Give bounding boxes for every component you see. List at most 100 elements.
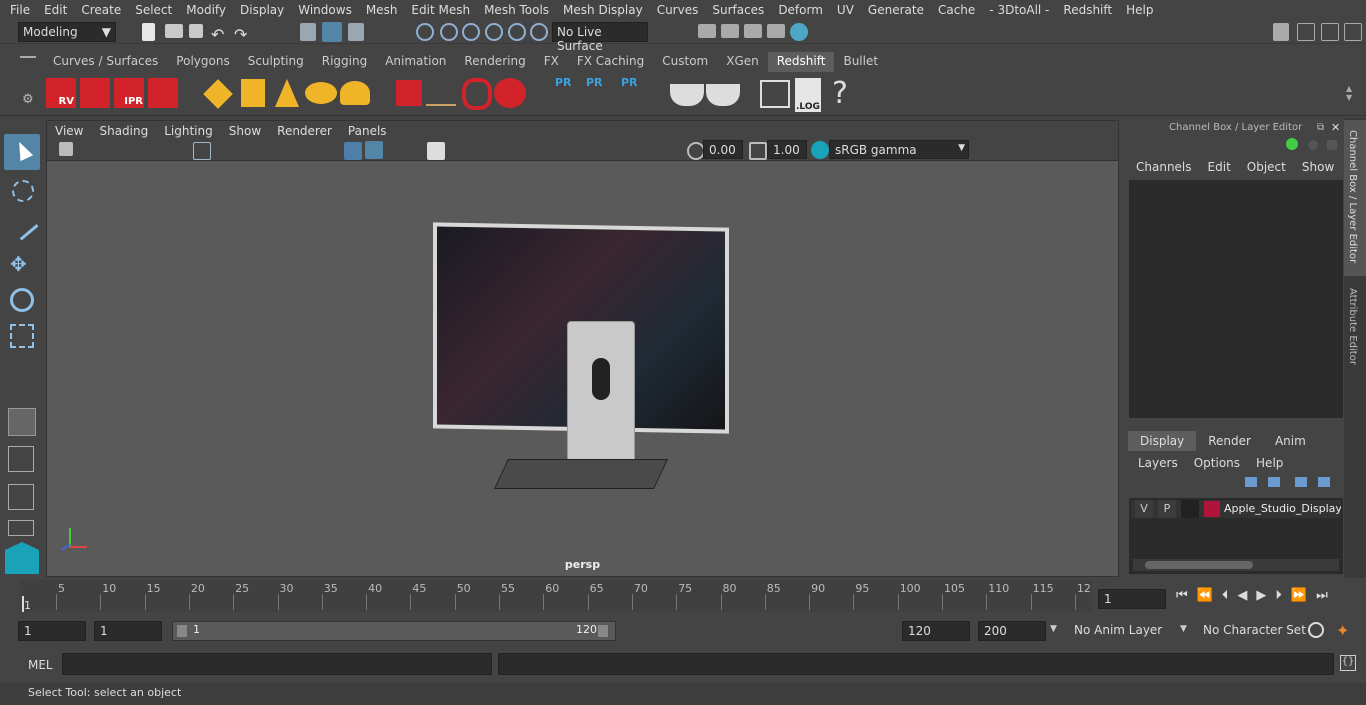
render-settings-icon[interactable] — [767, 24, 785, 38]
gamma-icon[interactable] — [749, 142, 767, 160]
viewport-panel[interactable]: View Shading Lighting Show Renderer Panels 0.… — [46, 120, 1119, 577]
shelf-settings-icon[interactable]: ⚙ — [22, 92, 34, 107]
tab-display[interactable]: Display — [1128, 431, 1197, 451]
tab-attribute-editor[interactable]: Attribute Editor — [1344, 280, 1366, 380]
lasso-tool-icon[interactable] — [12, 180, 34, 202]
channel-mute-icon[interactable] — [1327, 140, 1337, 150]
menu-deform[interactable]: Deform — [771, 3, 830, 17]
exposure-field[interactable]: 0.00 — [703, 140, 743, 159]
toggle-panel-icon[interactable] — [1297, 23, 1315, 41]
redshift-settings-icon[interactable] — [148, 78, 178, 108]
anim-layer-selector[interactable]: No Anim Layer — [1074, 623, 1162, 637]
layout-single-icon[interactable] — [8, 520, 34, 536]
xray-icon[interactable] — [427, 142, 445, 160]
menu-uv[interactable]: UV — [830, 3, 861, 17]
color-management-icon[interactable] — [811, 141, 829, 159]
camera-icon[interactable] — [59, 142, 73, 156]
snap-grid-icon[interactable] — [416, 23, 434, 41]
ipr-render-icon[interactable] — [744, 24, 762, 38]
viewport-menu-lighting[interactable]: Lighting — [156, 124, 221, 138]
shelf-menu-icon[interactable] — [20, 56, 36, 70]
render-frame-icon[interactable] — [721, 24, 739, 38]
menu-edit-mesh[interactable]: Edit Mesh — [404, 3, 477, 17]
menu-mesh-tools[interactable]: Mesh Tools — [477, 3, 556, 17]
new-scene-icon[interactable] — [142, 23, 155, 41]
undo-icon[interactable]: ↶ — [211, 25, 229, 44]
redshift-pr-convert-icon[interactable]: PR — [621, 76, 647, 110]
mel-input[interactable] — [62, 653, 492, 675]
play-backward-icon[interactable]: ◀ — [1237, 588, 1256, 603]
chevron-down-icon[interactable]: ▼ — [1180, 624, 1187, 634]
new-empty-layer-icon[interactable] — [1295, 477, 1307, 487]
layer-menu-layers[interactable]: Layers — [1130, 456, 1186, 470]
snap-curve-icon[interactable] — [440, 23, 458, 41]
select-tool-icon[interactable] — [4, 134, 40, 170]
menu-file[interactable]: File — [3, 3, 37, 17]
live-surface-field[interactable]: No Live Surface — [552, 22, 648, 53]
tab-rendering[interactable]: Rendering — [455, 52, 534, 72]
tab-sculpting[interactable]: Sculpting — [239, 52, 313, 72]
move-tool-icon[interactable]: ✥ — [10, 252, 32, 276]
playback-end-field[interactable]: 120 — [902, 621, 970, 641]
menu-curves[interactable]: Curves — [650, 3, 706, 17]
gamma-field[interactable]: 1.00 — [767, 140, 807, 159]
redshift-grid-icon[interactable] — [241, 79, 265, 107]
new-layer-selected-icon[interactable] — [1318, 477, 1330, 487]
shelf-scroll-icon[interactable]: ▲ ▼ — [1346, 84, 1352, 102]
current-frame-field[interactable]: 1 — [1098, 589, 1166, 609]
snap-view-plane-icon[interactable] — [508, 23, 526, 41]
scale-tool-icon[interactable] — [10, 324, 34, 348]
tab-fx[interactable]: FX — [535, 52, 568, 72]
chevron-down-icon[interactable]: ▼ — [1050, 624, 1057, 634]
menu-surfaces[interactable]: Surfaces — [705, 3, 771, 17]
channelbox-menu-edit[interactable]: Edit — [1200, 160, 1239, 174]
soft-select-icon[interactable] — [8, 408, 36, 436]
menu-help[interactable]: Help — [1119, 3, 1160, 17]
tab-rigging[interactable]: Rigging — [313, 52, 376, 72]
go-to-end-icon[interactable]: ⏭ — [1316, 588, 1337, 603]
layer-name[interactable]: Apple_Studio_Display_ — [1224, 502, 1341, 515]
tab-xgen[interactable]: XGen — [717, 52, 768, 72]
tab-curves-surfaces[interactable]: Curves / Surfaces — [44, 52, 167, 72]
auto-key-icon[interactable] — [1308, 622, 1324, 638]
time-slider[interactable]: 5 10 15 20 25 30 35 40 45 50 55 60 65 70 75 80 85 90 95 100… — [0, 578, 1366, 618]
move-layer-up-icon[interactable] — [1245, 477, 1257, 487]
layer-scrollbar[interactable] — [1133, 559, 1339, 571]
mode-selector[interactable]: Modeling ▼ — [18, 22, 116, 42]
redshift-curve-icon[interactable] — [462, 78, 492, 110]
channelbox-menu-object[interactable]: Object — [1239, 160, 1294, 174]
menu-edit[interactable]: Edit — [37, 3, 74, 17]
menu-mesh[interactable]: Mesh — [359, 3, 405, 17]
monitor-stand[interactable] — [567, 321, 635, 467]
menu-mesh-display[interactable]: Mesh Display — [556, 3, 650, 17]
scrollbar-thumb[interactable] — [1145, 561, 1253, 569]
snap-projected-icon[interactable] — [485, 23, 503, 41]
layer-color-swatch[interactable] — [1204, 501, 1220, 517]
tab-render[interactable]: Render — [1196, 431, 1263, 451]
select-objects-icon[interactable] — [322, 22, 342, 42]
menu-modify[interactable]: Modify — [179, 3, 233, 17]
menu-redshift[interactable]: Redshift — [1056, 3, 1119, 17]
step-forward-icon[interactable]: ⏩ — [1291, 588, 1316, 603]
grid-icon[interactable] — [193, 142, 211, 160]
paint-select-tool-icon[interactable] — [7, 209, 39, 241]
redshift-pr-export-icon[interactable]: PR — [586, 76, 608, 110]
range-slider-bar[interactable]: 1 120 — [172, 621, 616, 641]
playback-start-field[interactable]: 1 — [94, 621, 162, 641]
redshift-spot-light-icon[interactable] — [275, 79, 299, 107]
layout-split-icon[interactable] — [8, 484, 34, 510]
redshift-bake-set-icon[interactable] — [706, 84, 740, 106]
redshift-pr-cube-icon[interactable]: PR — [555, 76, 577, 110]
viewport-menu-view[interactable]: View — [47, 124, 91, 138]
timeline-ruler[interactable]: 5 10 15 20 25 30 35 40 45 50 55 60 65 70 75 80 85 90 95 100… — [20, 580, 1092, 612]
channel-keyed-icon[interactable] — [1286, 138, 1298, 150]
layer-playback-toggle[interactable]: P — [1158, 500, 1176, 518]
tab-anim[interactable]: Anim — [1262, 431, 1318, 451]
wireframe-icon[interactable] — [344, 142, 362, 160]
layer-row[interactable]: V P Apple_Studio_Display_ — [1131, 500, 1341, 518]
menu-select[interactable]: Select — [128, 3, 179, 17]
redshift-volume-icon[interactable] — [396, 80, 422, 106]
go-to-start-icon[interactable]: ⏮ — [1176, 588, 1197, 603]
layer-visibility-toggle[interactable]: V — [1135, 500, 1153, 518]
layer-menu-options[interactable]: Options — [1186, 456, 1248, 470]
